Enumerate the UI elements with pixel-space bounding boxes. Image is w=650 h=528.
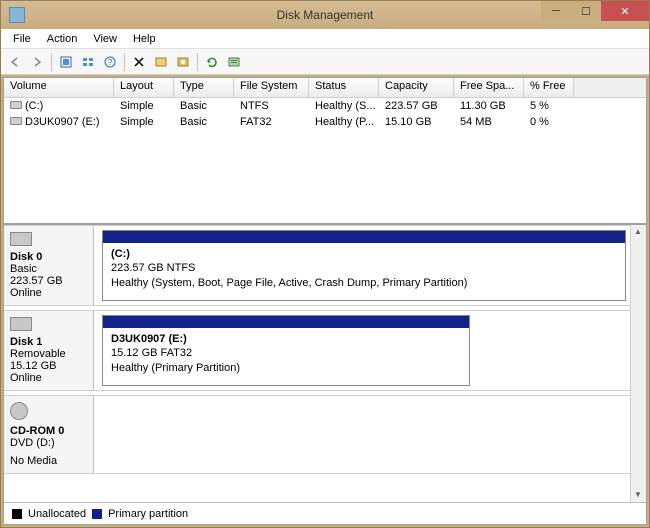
window-controls: ─ ☐ ✕ [541, 1, 649, 21]
vol-name: D3UK0907 (E:) [25, 116, 100, 128]
partition-detail: 223.57 GB NTFS [111, 261, 617, 275]
vol-type: Basic [174, 116, 234, 128]
help-button[interactable]: ? [100, 52, 120, 72]
partition-title: D3UK0907 (E:) [111, 332, 461, 346]
window-title: Disk Management [277, 8, 374, 22]
disk-kind: DVD (D:) [10, 437, 87, 449]
col-status[interactable]: Status [309, 78, 379, 97]
partition-status: Healthy (System, Boot, Page File, Active… [111, 276, 617, 290]
disk-size: 223.57 GB [10, 275, 87, 287]
legend-unallocated: Unallocated [28, 508, 86, 520]
forward-button[interactable] [27, 52, 47, 72]
disk-icon [10, 317, 32, 331]
vol-pct: 0 % [524, 116, 574, 128]
titlebar[interactable]: Disk Management ─ ☐ ✕ [1, 1, 649, 29]
vertical-scrollbar[interactable]: ▲ ▼ [630, 225, 646, 502]
disk-name: Disk 1 [10, 336, 87, 348]
vol-free: 54 MB [454, 116, 524, 128]
partition[interactable]: D3UK0907 (E:) 15.12 GB FAT32 Healthy (Pr… [102, 315, 470, 386]
volumes-list: Volume Layout Type File System Status Ca… [4, 78, 646, 225]
disk-name: Disk 0 [10, 251, 87, 263]
disk-label: Disk 0 Basic 223.57 GB Online [4, 226, 94, 305]
vol-capacity: 15.10 GB [379, 116, 454, 128]
partition-header [103, 231, 625, 243]
partition-title: (C:) [111, 247, 617, 261]
vol-status: Healthy (P... [309, 116, 379, 128]
scroll-up-icon[interactable]: ▲ [631, 225, 645, 239]
vol-free: 11.30 GB [454, 100, 524, 112]
vol-layout: Simple [114, 116, 174, 128]
rescan-button[interactable] [224, 52, 244, 72]
disk-state: Online [10, 372, 87, 384]
vol-type: Basic [174, 100, 234, 112]
back-button[interactable] [5, 52, 25, 72]
cdrom-icon [10, 402, 28, 420]
refresh-button[interactable] [202, 52, 222, 72]
content-area: Volume Layout Type File System Status Ca… [3, 77, 647, 525]
menubar: File Action View Help [1, 29, 649, 49]
disk-row[interactable]: Disk 0 Basic 223.57 GB Online (C:) 223.5… [4, 225, 630, 306]
legend: Unallocated Primary partition [4, 502, 646, 524]
settings-button[interactable] [173, 52, 193, 72]
maximize-button[interactable]: ☐ [571, 1, 601, 21]
up-button[interactable] [56, 52, 76, 72]
vol-pct: 5 % [524, 100, 574, 112]
partition-header [103, 316, 469, 328]
menu-file[interactable]: File [5, 31, 39, 47]
menu-action[interactable]: Action [39, 31, 86, 47]
legend-swatch-primary [92, 509, 102, 519]
col-pctfree[interactable]: % Free [524, 78, 574, 97]
disk-row[interactable]: CD-ROM 0 DVD (D:) No Media [4, 395, 630, 474]
legend-primary: Primary partition [108, 508, 188, 520]
vol-status: Healthy (S... [309, 100, 379, 112]
disk-icon [10, 232, 32, 246]
delete-button[interactable] [129, 52, 149, 72]
minimize-button[interactable]: ─ [541, 1, 571, 21]
vol-layout: Simple [114, 100, 174, 112]
col-free[interactable]: Free Spa... [454, 78, 524, 97]
disk-label: CD-ROM 0 DVD (D:) No Media [4, 396, 94, 473]
partition-status: Healthy (Primary Partition) [111, 361, 461, 375]
svg-text:?: ? [108, 58, 113, 67]
close-button[interactable]: ✕ [601, 1, 649, 21]
col-fs[interactable]: File System [234, 78, 309, 97]
disk-icon [10, 117, 22, 125]
disk-row[interactable]: Disk 1 Removable 15.12 GB Online D3UK090… [4, 310, 630, 391]
vol-fs: FAT32 [234, 116, 309, 128]
disk-management-window: Disk Management ─ ☐ ✕ File Action View H… [0, 0, 650, 528]
volume-row[interactable]: (C:) Simple Basic NTFS Healthy (S... 223… [4, 98, 646, 114]
col-layout[interactable]: Layout [114, 78, 174, 97]
disk-icon [10, 101, 22, 109]
col-type[interactable]: Type [174, 78, 234, 97]
disk-state: Online [10, 287, 87, 299]
legend-swatch-unallocated [12, 509, 22, 519]
vol-capacity: 223.57 GB [379, 100, 454, 112]
format-button[interactable] [151, 52, 171, 72]
disk-kind: Removable [10, 348, 87, 360]
volumes-header: Volume Layout Type File System Status Ca… [4, 78, 646, 98]
vol-name: (C:) [25, 100, 43, 112]
vol-fs: NTFS [234, 100, 309, 112]
col-volume[interactable]: Volume [4, 78, 114, 97]
volumes-body[interactable]: (C:) Simple Basic NTFS Healthy (S... 223… [4, 98, 646, 223]
col-capacity[interactable]: Capacity [379, 78, 454, 97]
scroll-down-icon[interactable]: ▼ [631, 488, 645, 502]
toolbar: ? [1, 49, 649, 75]
disk-label: Disk 1 Removable 15.12 GB Online [4, 311, 94, 390]
disks-panel: Disk 0 Basic 223.57 GB Online (C:) 223.5… [4, 225, 646, 502]
partition-detail: 15.12 GB FAT32 [111, 346, 461, 360]
app-icon [9, 7, 25, 23]
disk-name: CD-ROM 0 [10, 425, 87, 437]
menu-view[interactable]: View [85, 31, 125, 47]
volume-row[interactable]: D3UK0907 (E:) Simple Basic FAT32 Healthy… [4, 114, 646, 130]
disk-size: 15.12 GB [10, 360, 87, 372]
menu-help[interactable]: Help [125, 31, 164, 47]
disk-kind: Basic [10, 263, 87, 275]
partition[interactable]: (C:) 223.57 GB NTFS Healthy (System, Boo… [102, 230, 626, 301]
view-button[interactable] [78, 52, 98, 72]
disk-state: No Media [10, 455, 87, 467]
